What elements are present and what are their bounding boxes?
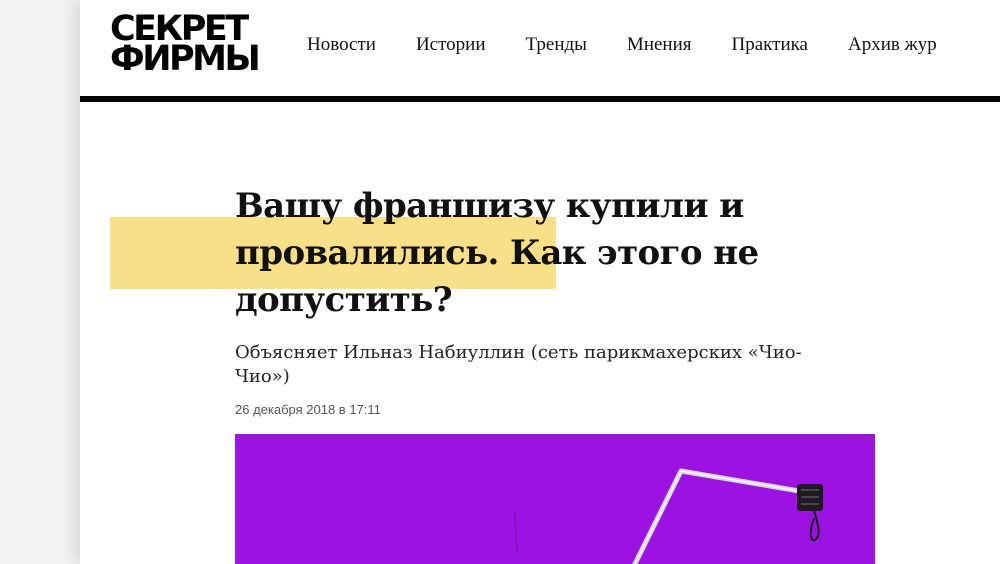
hero-wire xyxy=(632,468,808,564)
nav-item-practice[interactable]: Практика xyxy=(732,34,808,56)
page: СЕКРЕТ ФИРМЫ Новости Истории Тренды Мнен… xyxy=(80,0,1000,564)
logo-line-2: ФИРМЫ xyxy=(110,39,261,79)
nav-item-magazine-archive[interactable]: Архив жур xyxy=(848,34,937,56)
article-subtitle: Объясняет Ильназ Набиуллин (сеть парикма… xyxy=(235,342,802,387)
site-logo[interactable]: СЕКРЕТ ФИРМЫ xyxy=(110,12,261,79)
nav-item-news[interactable]: Новости xyxy=(307,34,376,56)
article-headline: Вашу франшизу купили и провалились. Как … xyxy=(235,186,759,320)
nav-item-trends[interactable]: Тренды xyxy=(526,34,587,56)
hero-texture xyxy=(514,511,518,555)
hero-hook xyxy=(809,510,820,542)
article-date: 26 декабря 2018 в 17:11 xyxy=(235,402,381,417)
hero-illustration xyxy=(514,468,823,564)
hero-image xyxy=(235,434,875,564)
nav-item-stories[interactable]: Истории xyxy=(416,34,486,56)
nav-item-opinions[interactable]: Мнения xyxy=(627,34,692,56)
main-nav: Новости Истории Тренды Мнения Практика А… xyxy=(307,34,937,56)
header-divider xyxy=(80,96,1000,102)
